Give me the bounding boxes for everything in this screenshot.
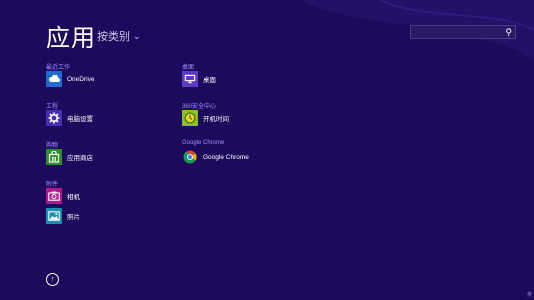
chevron-down-icon: ⌄	[133, 31, 141, 41]
up-arrow-icon[interactable]: ↑	[46, 273, 59, 286]
app-label: 照片	[67, 214, 80, 221]
app-label: OneDrive	[67, 75, 95, 83]
app-label: 相机	[67, 194, 80, 201]
group-header-recent: 最近工作	[46, 65, 71, 71]
store-icon	[46, 149, 62, 165]
app-tile-boot-time[interactable]: 开机时间	[182, 110, 229, 126]
group-header-shopping: 购物	[46, 143, 59, 149]
app-tile-store[interactable]: 应用商店	[46, 149, 93, 165]
gear-icon	[46, 110, 62, 126]
cloud-icon	[46, 71, 62, 87]
app-label: 应用商店	[67, 155, 93, 162]
app-tile-pc-settings[interactable]: 电脑设置	[46, 110, 93, 126]
chrome-icon	[182, 149, 198, 165]
clock-icon	[182, 110, 198, 126]
desktop-icon	[182, 71, 198, 87]
app-label: Google Chrome	[203, 153, 249, 161]
app-tile-onedrive[interactable]: OneDrive	[46, 71, 94, 87]
search-input[interactable]: ⚲	[410, 25, 516, 39]
search-icon[interactable]: ⚲	[505, 27, 512, 38]
sort-label: 按类别	[97, 31, 130, 43]
photos-icon	[46, 208, 62, 224]
group-header-desktop: 桌面	[182, 65, 195, 71]
app-label: 电脑设置	[67, 116, 93, 123]
app-label: 桌面	[203, 77, 216, 84]
app-tile-desktop[interactable]: 桌面	[182, 71, 216, 87]
group-header-360: 360安全中心	[182, 104, 217, 110]
page-title: 应用	[46, 25, 96, 52]
app-tile-camera[interactable]: 相机	[46, 188, 80, 204]
camera-icon	[46, 188, 62, 204]
app-tile-photos[interactable]: 照片	[46, 208, 80, 224]
group-header-accessories: 附件	[46, 182, 59, 188]
app-tile-google-chrome[interactable]: Google Chrome	[182, 149, 249, 165]
group-header-google-chrome: Google Chrome	[182, 140, 225, 146]
input-indicator: 英	[526, 292, 532, 298]
group-header-project: 工程	[46, 104, 59, 110]
app-label: 开机时间	[203, 116, 229, 123]
sort-dropdown[interactable]: 按类别 ⌄	[97, 28, 141, 44]
